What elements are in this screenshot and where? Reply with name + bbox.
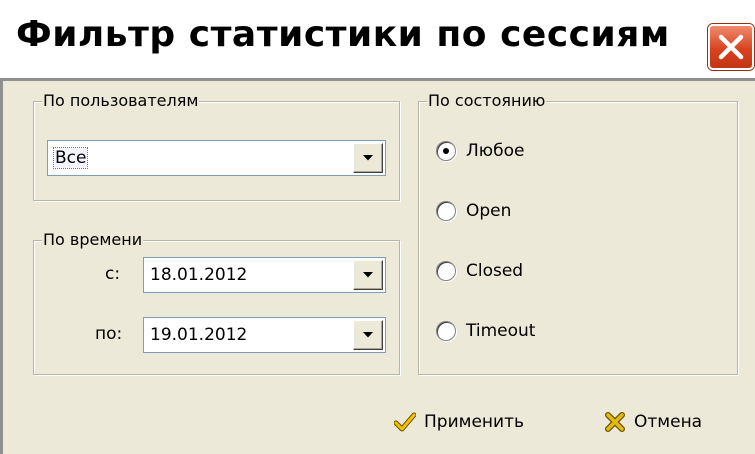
to-date-label: по: xyxy=(95,324,123,344)
from-date-value: 18.01.2012 xyxy=(150,265,248,285)
radio-checked-dot xyxy=(443,148,449,154)
close-button[interactable] xyxy=(708,24,754,70)
apply-button[interactable]: Применить xyxy=(394,408,554,436)
radio-button[interactable] xyxy=(436,261,456,281)
user-select-value: Все xyxy=(52,147,89,169)
cancel-button-label: Отмена xyxy=(634,412,703,432)
user-select-dropdown-button[interactable] xyxy=(353,143,383,173)
radio-label-closed: Closed xyxy=(466,261,524,281)
to-date-picker[interactable]: 19.01.2012 xyxy=(143,317,386,353)
from-date-picker[interactable]: 18.01.2012 xyxy=(143,257,386,293)
radio-button[interactable] xyxy=(436,201,456,221)
radio-button[interactable] xyxy=(436,141,456,161)
cross-icon xyxy=(605,412,625,432)
dialog-window: Фильтр статистики по сессиям По пользова… xyxy=(0,0,755,454)
from-date-dropdown-button[interactable] xyxy=(353,260,383,290)
cancel-button[interactable]: Отмена xyxy=(604,408,734,436)
user-select-value-wrap: Все xyxy=(52,141,89,175)
window-title: Фильтр статистики по сессиям xyxy=(16,14,670,55)
radio-label-open: Open xyxy=(466,201,512,221)
title-bar: Фильтр статистики по сессиям xyxy=(0,0,755,80)
radio-button[interactable] xyxy=(436,321,456,341)
time-group-legend: По времени xyxy=(42,230,144,249)
from-date-label: с: xyxy=(105,264,121,284)
chevron-down-icon xyxy=(363,332,373,338)
checkmark-icon xyxy=(394,412,416,432)
to-date-value: 19.01.2012 xyxy=(150,325,248,345)
users-group-legend: По пользователям xyxy=(42,91,200,110)
title-separator xyxy=(0,78,755,81)
to-date-dropdown-button[interactable] xyxy=(353,320,383,350)
chevron-down-icon xyxy=(363,272,373,278)
window-left-edge xyxy=(0,80,3,454)
radio-label-any: Любое xyxy=(466,141,525,161)
chevron-down-icon xyxy=(363,155,373,161)
state-group-legend: По состоянию xyxy=(427,91,547,110)
close-icon xyxy=(718,34,744,60)
apply-button-label: Применить xyxy=(424,412,524,432)
radio-label-timeout: Timeout xyxy=(466,321,536,341)
user-select[interactable]: Все xyxy=(47,140,386,176)
